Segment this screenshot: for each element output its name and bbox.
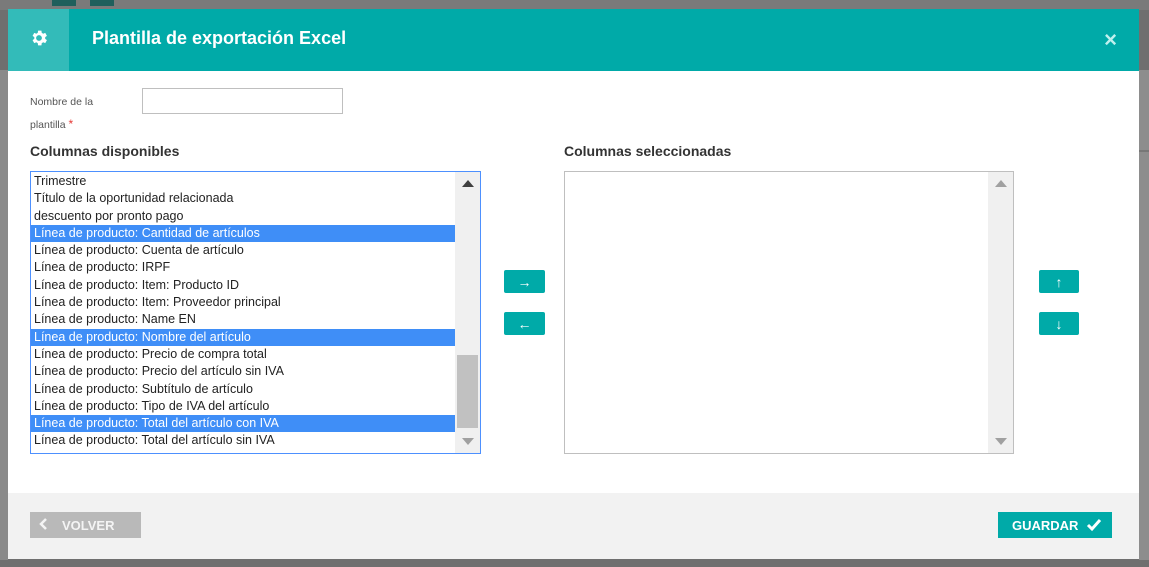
available-list-scrollbar[interactable] — [455, 172, 480, 453]
arrow-left-icon: ← — [517, 315, 532, 332]
list-item[interactable]: Línea de producto: Subtítulo de artículo — [31, 381, 455, 398]
required-mark: * — [68, 117, 74, 131]
scroll-down-arrow-icon[interactable] — [995, 438, 1007, 445]
export-template-modal: Plantilla de exportación Excel × Nombre … — [8, 9, 1139, 559]
template-name-label-text: Nombre de la plantilla — [30, 96, 94, 131]
add-column-button[interactable]: → — [504, 270, 545, 293]
template-name-label: Nombre de la plantilla * — [30, 91, 120, 136]
move-down-button[interactable]: ↓ — [1039, 312, 1079, 335]
backdrop-right-line — [1139, 150, 1149, 152]
list-item[interactable]: Línea de producto: Precio del artículo s… — [31, 363, 455, 380]
close-icon[interactable]: × — [1104, 29, 1117, 51]
back-button[interactable]: VOLVER — [30, 512, 141, 538]
list-item[interactable]: Trimestre — [31, 173, 455, 190]
scroll-up-arrow-icon[interactable] — [462, 180, 474, 187]
available-columns-list[interactable]: Trimestre Título de la oportunidad relaci… — [30, 171, 481, 454]
scroll-up-arrow-icon[interactable] — [995, 180, 1007, 187]
arrow-down-icon: ↓ — [1055, 315, 1063, 332]
back-button-label: VOLVER — [62, 517, 115, 533]
header-icon-box — [8, 9, 69, 71]
arrow-right-icon: → — [517, 273, 532, 290]
modal-header: Plantilla de exportación Excel × — [8, 9, 1139, 71]
list-item[interactable]: Línea de producto: Precio de compra tota… — [31, 346, 455, 363]
list-item[interactable]: Línea de producto: IRPF — [31, 259, 455, 276]
selected-list-scrollbar[interactable] — [988, 172, 1013, 453]
selected-columns-title: Columnas seleccionadas — [564, 143, 732, 159]
list-item[interactable]: Línea de producto: Total del artículo co… — [31, 415, 455, 433]
list-item[interactable]: Línea de producto: Cantidad de artículos — [31, 224, 455, 243]
backdrop-tab — [90, 0, 114, 6]
template-name-input[interactable] — [142, 88, 343, 114]
list-item[interactable]: descuento por pronto pago — [31, 208, 455, 225]
scroll-down-arrow-icon[interactable] — [462, 438, 474, 445]
modal-title: Plantilla de exportación Excel — [92, 28, 347, 48]
list-item[interactable]: Línea de producto: Total del artículo si… — [31, 432, 455, 449]
list-item[interactable]: Línea de producto: Cuenta de artículo — [31, 242, 455, 259]
backdrop-left — [0, 70, 8, 560]
list-item[interactable]: Línea de producto: Name EN — [31, 311, 455, 328]
move-up-button[interactable]: ↑ — [1039, 270, 1079, 293]
list-item[interactable]: Línea de producto: Nombre del artículo — [31, 328, 455, 346]
check-icon — [1086, 518, 1102, 532]
gear-icon — [29, 28, 49, 53]
available-columns-items: Trimestre Título de la oportunidad relaci… — [31, 173, 455, 450]
save-button[interactable]: GUARDAR — [998, 512, 1112, 538]
scroll-thumb[interactable] — [457, 355, 478, 428]
list-item[interactable]: Línea de producto: Tipo de IVA del artíc… — [31, 398, 455, 415]
list-item[interactable]: Línea de producto: Item: Proveedor princ… — [31, 294, 455, 311]
backdrop-tab — [52, 0, 76, 6]
available-columns-title: Columnas disponibles — [30, 143, 180, 159]
selected-columns-list[interactable] — [564, 171, 1014, 454]
list-item[interactable]: Título de la oportunidad relacionada — [31, 190, 455, 207]
chevron-left-icon — [38, 517, 48, 534]
list-item[interactable]: Línea de producto: Item: Producto ID — [31, 277, 455, 294]
backdrop-right — [1139, 70, 1149, 560]
arrow-up-icon: ↑ — [1055, 273, 1063, 290]
remove-column-button[interactable]: ← — [504, 312, 545, 335]
modal-footer: VOLVER GUARDAR — [8, 493, 1139, 559]
save-button-label: GUARDAR — [1012, 517, 1079, 533]
